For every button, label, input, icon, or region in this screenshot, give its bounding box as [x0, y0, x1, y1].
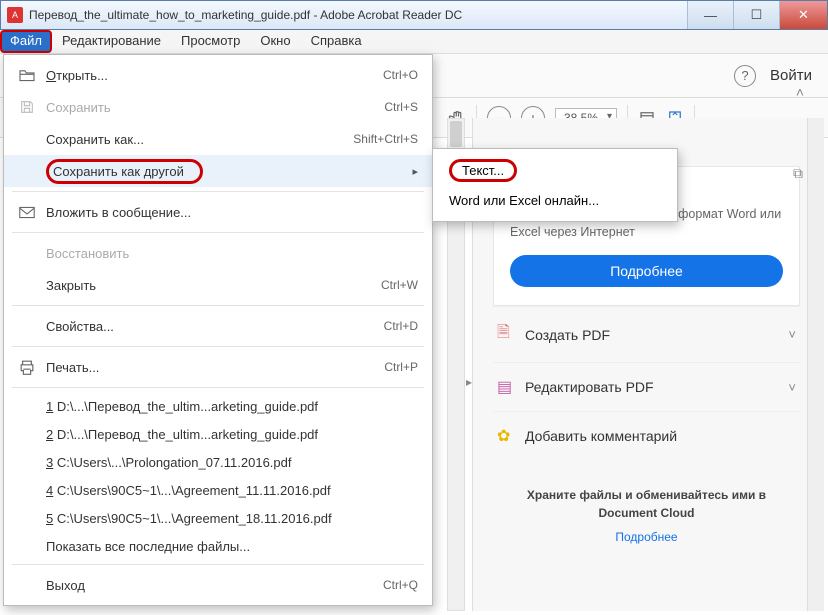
props-shortcut: Ctrl+D: [384, 319, 418, 333]
print-shortcut: Ctrl+P: [384, 360, 418, 374]
open-label: ткрыть...: [56, 68, 108, 83]
menu-open[interactable]: Открыть... Ctrl+O: [4, 59, 432, 91]
chevron-down-icon: ˅: [788, 327, 796, 342]
print-label: Печать...: [40, 360, 384, 375]
minimize-button[interactable]: —: [687, 1, 733, 29]
file-menu-dropdown: Открыть... Ctrl+O Сохранить Ctrl+S Сохра…: [3, 54, 433, 606]
close-shortcut: Ctrl+W: [381, 278, 418, 292]
menu-view[interactable]: Просмотр: [171, 30, 250, 53]
collapse-panel-icon[interactable]: ˄: [796, 84, 804, 100]
envelope-icon: [14, 206, 40, 219]
menu-save-as[interactable]: Сохранить как... Shift+Ctrl+S: [4, 123, 432, 155]
submenu-arrow-icon: ▸: [412, 165, 418, 178]
menu-close-doc[interactable]: Закрыть Ctrl+W: [4, 269, 432, 301]
window-buttons: — ☐ ✕: [687, 1, 827, 29]
save-as-other-submenu: Текст... Word или Excel онлайн...: [432, 148, 678, 222]
duplicate-icon[interactable]: ⧉: [793, 165, 803, 182]
menu-file[interactable]: Файл: [0, 30, 52, 53]
submenu-text-label: Текст...: [449, 159, 517, 182]
promo-learn-more-button[interactable]: Подробнее: [510, 255, 783, 287]
menu-print[interactable]: Печать... Ctrl+P: [4, 351, 432, 383]
exit-shortcut: Ctrl+Q: [383, 578, 418, 592]
window-titlebar: A Перевод_the_ultimate_how_to_marketing_…: [0, 0, 828, 30]
create-pdf-icon: 🗎: [497, 321, 525, 348]
menu-edit[interactable]: Редактирование: [52, 30, 171, 53]
panel-collapse-handle[interactable]: ▸: [462, 360, 476, 404]
menubar: Файл Редактирование Просмотр Окно Справк…: [0, 30, 828, 54]
app-icon: A: [7, 7, 23, 23]
help-icon[interactable]: ?: [734, 65, 756, 87]
recent-file-5[interactable]: 5 C:\Users\90C5~1\...\Agreement_18.11.20…: [4, 504, 432, 532]
action-add-comment[interactable]: ✿ Добавить комментарий: [493, 411, 800, 460]
action-create-pdf[interactable]: 🗎 Создать PDF ˅: [493, 306, 800, 362]
menu-revert: Восстановить: [4, 237, 432, 269]
comment-icon: ✿: [497, 426, 525, 446]
maximize-button[interactable]: ☐: [733, 1, 779, 29]
close-button[interactable]: ✕: [779, 1, 827, 29]
revert-label: Восстановить: [40, 246, 418, 261]
menu-attach-email[interactable]: Вложить в сообщение...: [4, 196, 432, 228]
printer-icon: [14, 359, 40, 375]
cloud-learn-more-link[interactable]: Подробнее: [493, 528, 800, 546]
menu-exit[interactable]: Выход Ctrl+Q: [4, 569, 432, 601]
save-as-other-label: Сохранить как другой: [46, 159, 203, 184]
menu-properties[interactable]: Свойства... Ctrl+D: [4, 310, 432, 342]
save-icon: [14, 99, 40, 115]
signin-button[interactable]: Войти: [770, 67, 812, 84]
action-edit-pdf[interactable]: ▤ Редактировать PDF ˅: [493, 362, 800, 411]
menu-save-as-other[interactable]: Сохранить как другой ▸: [4, 155, 432, 187]
menu-window[interactable]: Окно: [250, 30, 300, 53]
recent-file-3[interactable]: 3 C:\Users\...\Prolongation_07.11.2016.p…: [4, 448, 432, 476]
save-as-label: Сохранить как...: [40, 132, 353, 147]
edit-pdf-icon: ▤: [497, 377, 525, 397]
window-title: Перевод_the_ultimate_how_to_marketing_gu…: [29, 8, 687, 22]
save-label: Сохранить: [40, 100, 384, 115]
folder-open-icon: [14, 68, 40, 82]
panel-scrollbar[interactable]: [807, 118, 824, 611]
recent-file-2[interactable]: 2 D:\...\Перевод_the_ultim...arketing_gu…: [4, 420, 432, 448]
exit-label: Выход: [40, 578, 383, 593]
chevron-down-icon: ˅: [788, 380, 796, 395]
attach-label: Вложить в сообщение...: [40, 205, 418, 220]
show-all-recent[interactable]: Показать все последние файлы...: [4, 532, 432, 560]
close-label: Закрыть: [40, 278, 381, 293]
menu-save: Сохранить Ctrl+S: [4, 91, 432, 123]
recent-file-4[interactable]: 4 C:\Users\90C5~1\...\Agreement_11.11.20…: [4, 476, 432, 504]
cloud-promo: Храните файлы и обменивайтесь ими в Docu…: [493, 486, 800, 546]
recent-file-1[interactable]: 1 D:\...\Перевод_the_ultim...arketing_gu…: [4, 392, 432, 420]
open-shortcut: Ctrl+O: [383, 68, 418, 82]
save-as-shortcut: Shift+Ctrl+S: [353, 132, 418, 146]
props-label: Свойства...: [40, 319, 384, 334]
menu-help[interactable]: Справка: [301, 30, 372, 53]
submenu-word-excel[interactable]: Word или Excel онлайн...: [433, 185, 677, 215]
submenu-office-label: Word или Excel онлайн...: [449, 193, 599, 208]
save-shortcut: Ctrl+S: [384, 100, 418, 114]
submenu-text[interactable]: Текст...: [433, 155, 677, 185]
